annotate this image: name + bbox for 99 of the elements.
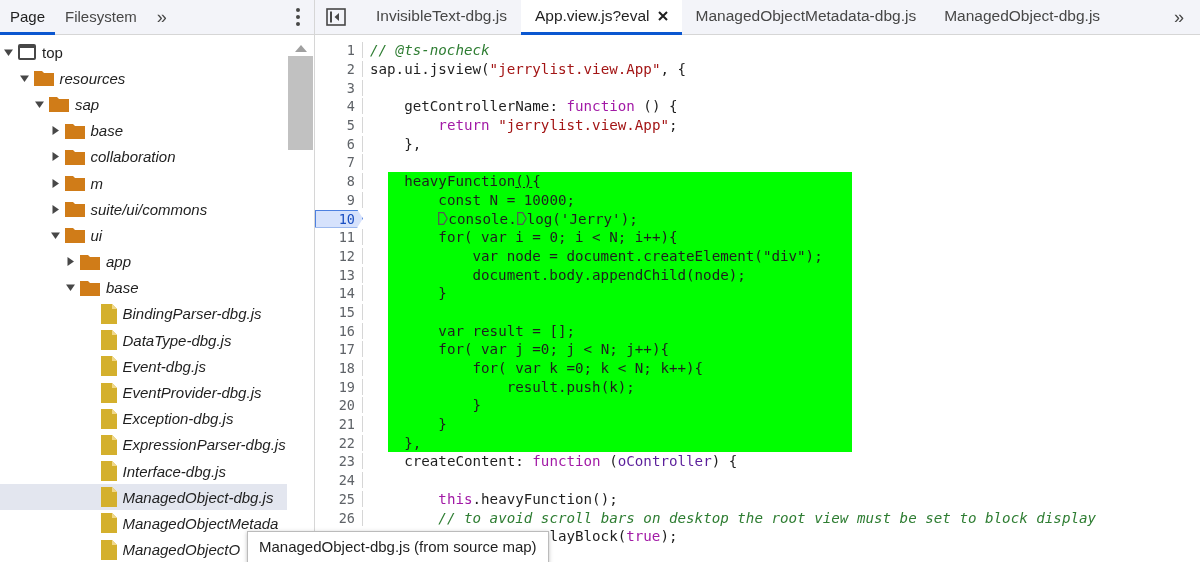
more-tabs-button[interactable]: » <box>1164 0 1200 34</box>
breakpoint-marker[interactable]: 10 <box>315 209 363 228</box>
line-number: 23 <box>315 453 363 470</box>
line-number: 15 <box>315 303 363 320</box>
line-number: 18 <box>315 360 363 377</box>
line-number: 19 <box>315 378 363 395</box>
line-number: 4 <box>315 98 363 115</box>
folder-icon <box>80 253 100 270</box>
scroll-up-icon[interactable] <box>294 45 307 52</box>
code-line: // to avoid scroll bars on desktop the root view must be set to block display <box>437 508 1097 527</box>
file-icon <box>100 330 117 351</box>
line-number: 24 <box>315 472 363 489</box>
file-icon <box>100 487 117 508</box>
line-number: 13 <box>315 266 363 283</box>
file-tab[interactable]: ManagedObjectMetadata-dbg.js <box>681 0 931 35</box>
tree-item[interactable]: base <box>0 274 287 301</box>
collapsed-arrow-icon[interactable] <box>66 257 75 267</box>
file-icon <box>100 513 117 534</box>
tree-item[interactable]: Exception-dbg.js <box>0 405 287 432</box>
tree-item[interactable]: suite/ui/commons <box>0 196 287 223</box>
code-line: this.heavyFunction(); <box>437 489 618 509</box>
panel-tab[interactable]: Filesystem <box>55 0 147 35</box>
line-number: 16 <box>315 322 363 339</box>
sidebar-toggle-icon[interactable] <box>326 8 346 26</box>
tree-item[interactable]: Event-dbg.js <box>0 353 287 380</box>
tree-item[interactable]: resources <box>0 65 287 92</box>
line-number: 20 <box>315 397 363 414</box>
line-number: 25 <box>315 490 363 507</box>
code-line: }, <box>403 134 422 154</box>
folder-icon <box>64 122 85 139</box>
more-tabs-button[interactable]: » <box>146 0 177 34</box>
tree-item[interactable]: ui <box>0 222 287 249</box>
code-line: // @ts-nocheck <box>370 41 490 60</box>
expanded-arrow-icon[interactable] <box>66 283 75 293</box>
line-number: 3 <box>315 79 363 96</box>
folder-icon <box>64 227 85 244</box>
panel-tab[interactable]: Page <box>0 0 56 35</box>
folder-icon <box>64 148 85 165</box>
expanded-arrow-icon[interactable] <box>19 73 29 83</box>
collapsed-arrow-icon[interactable] <box>50 152 60 162</box>
line-number: 14 <box>315 285 363 302</box>
line-number: 22 <box>315 434 363 451</box>
line-number: 8 <box>315 173 363 190</box>
tree-item[interactable]: base <box>0 117 287 144</box>
tree-item[interactable]: app <box>0 248 287 275</box>
file-icon <box>100 434 117 455</box>
file-icon <box>100 408 117 429</box>
tree-item[interactable]: DataType-dbg.js <box>0 327 287 354</box>
line-number: 21 <box>315 416 363 433</box>
tree-item[interactable]: ExpressionParser-dbg.js <box>0 431 287 458</box>
code-line: layBlock(true); <box>548 527 678 546</box>
tree-item[interactable]: ManagedObject-dbg.js <box>0 484 287 511</box>
line-number: 7 <box>315 154 363 171</box>
collapsed-arrow-icon[interactable] <box>50 204 60 214</box>
collapsed-arrow-icon[interactable] <box>50 126 60 136</box>
folder-icon <box>64 175 85 192</box>
window-icon <box>18 44 36 61</box>
expanded-arrow-icon[interactable] <box>50 230 60 240</box>
file-icon <box>100 356 117 377</box>
file-tab[interactable]: InvisibleText-dbg.js <box>362 0 521 35</box>
tree-item[interactable]: EventProvider-dbg.js <box>0 379 287 406</box>
file-icon <box>100 382 117 403</box>
tree-item[interactable]: m <box>0 169 287 197</box>
expanded-arrow-icon[interactable] <box>35 99 44 109</box>
close-icon[interactable] <box>657 11 668 21</box>
line-number: 26 <box>315 509 363 526</box>
expanded-arrow-icon[interactable] <box>4 47 13 57</box>
line-number: 5 <box>315 117 363 134</box>
tree-item[interactable]: collaboration <box>0 143 287 170</box>
file-tab[interactable]: ManagedObject-dbg.js <box>930 0 1115 35</box>
line-number: 6 <box>315 135 363 152</box>
file-icon <box>100 303 117 324</box>
code-line: createContent: function (oController) { <box>403 452 738 471</box>
line-number: 9 <box>315 191 363 208</box>
code-line: return "jerrylist.view.App"; <box>437 116 678 135</box>
line-number: 12 <box>315 247 363 264</box>
code-line: getControllerName: function () { <box>403 97 678 116</box>
file-tab[interactable]: App.view.js?eval <box>520 0 682 35</box>
line-number: 11 <box>315 229 363 246</box>
tooltip: ManagedObject-dbg.js (from source map) <box>247 531 549 562</box>
line-number: 1 <box>315 42 363 59</box>
line-number: 17 <box>315 341 363 358</box>
tree-item[interactable]: Interface-dbg.js <box>0 458 287 485</box>
folder-icon <box>33 70 54 87</box>
folder-icon <box>49 96 69 113</box>
tree-item[interactable]: top <box>0 39 287 66</box>
tree-item[interactable]: sap <box>0 91 287 118</box>
tree-item[interactable]: BindingParser-dbg.js <box>0 300 287 328</box>
file-icon <box>100 539 117 560</box>
line-number: 2 <box>315 61 363 78</box>
folder-icon <box>64 201 85 218</box>
scrollbar-thumb[interactable] <box>288 56 313 150</box>
collapsed-arrow-icon[interactable] <box>50 178 60 188</box>
inline-breakpoint-icon[interactable] <box>516 212 527 226</box>
code-line: sap.ui.jsview("jerrylist.view.App", { <box>370 60 687 79</box>
file-icon <box>100 461 117 482</box>
folder-icon <box>80 279 100 296</box>
inline-breakpoint-icon[interactable] <box>438 212 449 226</box>
more-options-icon[interactable] <box>296 8 300 26</box>
